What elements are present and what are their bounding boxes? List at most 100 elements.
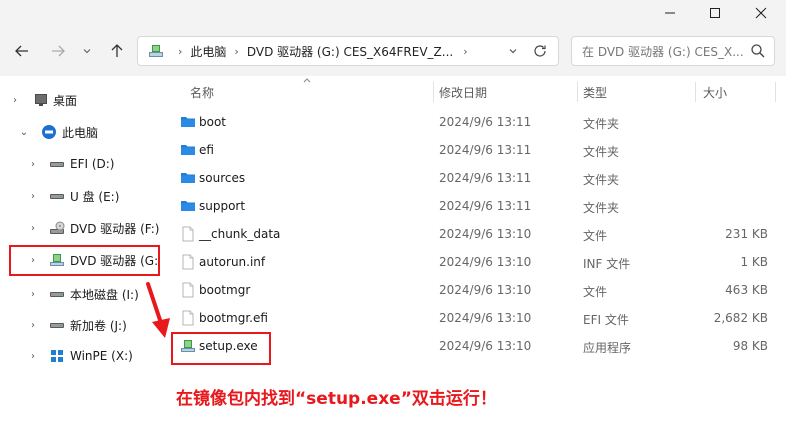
breadcrumb-separator: › (178, 44, 183, 58)
desktop-icon (33, 92, 49, 108)
refresh-button[interactable] (527, 38, 553, 64)
file-row[interactable]: support 2024/9/6 13:11 文件夹 (172, 192, 782, 220)
file-row[interactable]: bootmgr 2024/9/6 13:10 文件 463 KB (172, 276, 782, 304)
chevron-right-icon[interactable]: › (27, 159, 39, 170)
up-button[interactable] (104, 38, 130, 64)
file-date: 2024/9/6 13:10 (439, 255, 532, 269)
column-header-type[interactable]: 类型 (583, 80, 607, 104)
file-date: 2024/9/6 13:10 (439, 283, 532, 297)
file-row[interactable]: boot 2024/9/6 13:11 文件夹 (172, 108, 782, 136)
refresh-icon (534, 45, 546, 57)
chevron-right-icon[interactable]: › (27, 320, 39, 331)
file-size: 1 KB (740, 255, 768, 269)
drive-icon (49, 156, 65, 172)
tree-item[interactable]: › 桌面 (0, 86, 160, 114)
file-row[interactable]: efi 2024/9/6 13:11 文件夹 (172, 136, 782, 164)
file-type: 文件夹 (583, 173, 620, 187)
file-name: bootmgr (199, 283, 251, 297)
close-button[interactable] (741, 0, 781, 26)
column-divider[interactable] (695, 82, 696, 102)
file-type: 文件夹 (583, 117, 620, 131)
recent-locations-button[interactable] (74, 38, 100, 64)
chevron-right-icon[interactable]: › (27, 223, 39, 234)
column-header-name[interactable]: 名称 (190, 80, 214, 104)
file-icon (180, 310, 196, 326)
chevron-right-icon[interactable]: › (27, 351, 39, 362)
tree-item-label: DVD 驱动器 (F:) (70, 221, 160, 236)
chevron-right-icon[interactable]: › (27, 289, 39, 300)
tree-item[interactable]: › DVD 驱动器 (F:) (0, 214, 160, 242)
back-button[interactable] (9, 38, 35, 64)
tree-item[interactable]: › 本地磁盘 (I:) (0, 280, 160, 308)
file-name: autorun.inf (199, 255, 266, 269)
file-name: boot (199, 115, 227, 129)
file-size: 463 KB (725, 283, 768, 297)
chevron-right-icon[interactable]: › (27, 191, 39, 202)
column-divider[interactable] (577, 82, 578, 102)
tree-item[interactable]: › EFI (D:) (0, 150, 160, 178)
folder-icon (180, 142, 196, 158)
drive-icon (49, 317, 65, 333)
forward-button[interactable] (45, 38, 71, 64)
file-type: 文件 (583, 285, 608, 299)
search-placeholder: 在 DVD 驱动器 (G:) CES_X... (582, 44, 744, 59)
sort-up-icon (303, 78, 311, 83)
tree-item[interactable]: › 新加卷 (J:) (0, 311, 160, 339)
tree-item-label: U 盘 (E:) (70, 189, 120, 204)
column-header-date[interactable]: 修改日期 (439, 80, 487, 104)
file-date: 2024/9/6 13:11 (439, 115, 532, 129)
folder-icon (180, 198, 196, 214)
file-name: sources (199, 171, 246, 185)
file-row[interactable]: __chunk_data 2024/9/6 13:10 文件 231 KB (172, 220, 782, 248)
folder-icon (180, 114, 196, 130)
file-name: efi (199, 143, 214, 157)
address-bar[interactable]: › 此电脑 › DVD 驱动器 (G:) CES_X64FREV_Z... › (137, 36, 559, 66)
tree-item[interactable]: ⌄ 此电脑 (0, 118, 160, 146)
file-size: 98 KB (732, 339, 768, 353)
file-type: 应用程序 (583, 341, 632, 355)
address-dropdown-button[interactable] (500, 38, 526, 64)
folder-icon (180, 170, 196, 186)
breadcrumb-dvd-drive[interactable]: DVD 驱动器 (G:) CES_X64FREV_Z... (247, 43, 453, 60)
breadcrumb-this-pc[interactable]: 此电脑 (190, 43, 226, 60)
drive-icon (49, 286, 65, 302)
tree-item[interactable]: › WinPE (X:) (0, 342, 160, 370)
tree-item-label: 新加卷 (J:) (70, 318, 127, 333)
file-date: 2024/9/6 13:10 (439, 227, 532, 241)
dvd-setup-icon (149, 45, 163, 57)
breadcrumb-separator: › (234, 44, 239, 58)
file-type: 文件夹 (583, 201, 620, 215)
chevron-right-icon[interactable]: › (9, 95, 21, 106)
file-list: 名称 修改日期 类型 大小 boot 2024/9/6 13:11 文件夹 efi 20… (160, 76, 786, 427)
drive-icon (49, 188, 65, 204)
file-date: 2024/9/6 13:10 (439, 339, 532, 353)
file-size: 2,682 KB (713, 311, 768, 325)
minimize-icon (665, 12, 675, 14)
highlight-box-setup-exe (171, 332, 271, 365)
file-row[interactable]: bootmgr.efi 2024/9/6 13:10 EFI 文件 2,682 KB (172, 304, 782, 332)
file-icon (180, 282, 196, 298)
search-input[interactable]: 在 DVD 驱动器 (G:) CES_X... (571, 36, 775, 66)
title-bar (0, 0, 786, 26)
file-date: 2024/9/6 13:10 (439, 311, 532, 325)
arrow-up-icon (111, 44, 123, 57)
instruction-caption: 在镜像包内找到“setup.exe”双击运行！ (176, 389, 497, 409)
column-divider[interactable] (433, 82, 434, 102)
file-date: 2024/9/6 13:11 (439, 143, 532, 157)
maximize-button[interactable] (695, 0, 735, 26)
minimize-button[interactable] (650, 0, 690, 26)
file-date: 2024/9/6 13:11 (439, 171, 532, 185)
tree-item-label: 本地磁盘 (I:) (70, 287, 139, 302)
chevron-down-icon (509, 49, 517, 54)
file-row[interactable]: autorun.inf 2024/9/6 13:10 INF 文件 1 KB (172, 248, 782, 276)
column-header-size[interactable]: 大小 (703, 80, 727, 104)
red-arrow-icon (146, 282, 170, 338)
column-divider[interactable] (775, 82, 776, 102)
chevron-down-icon[interactable]: ⌄ (18, 127, 30, 138)
winpe-icon (49, 348, 65, 364)
tree-item[interactable]: › U 盘 (E:) (0, 182, 160, 210)
file-name: __chunk_data (199, 227, 281, 241)
maximize-icon (710, 8, 720, 18)
file-type: 文件夹 (583, 145, 620, 159)
file-row[interactable]: sources 2024/9/6 13:11 文件夹 (172, 164, 782, 192)
